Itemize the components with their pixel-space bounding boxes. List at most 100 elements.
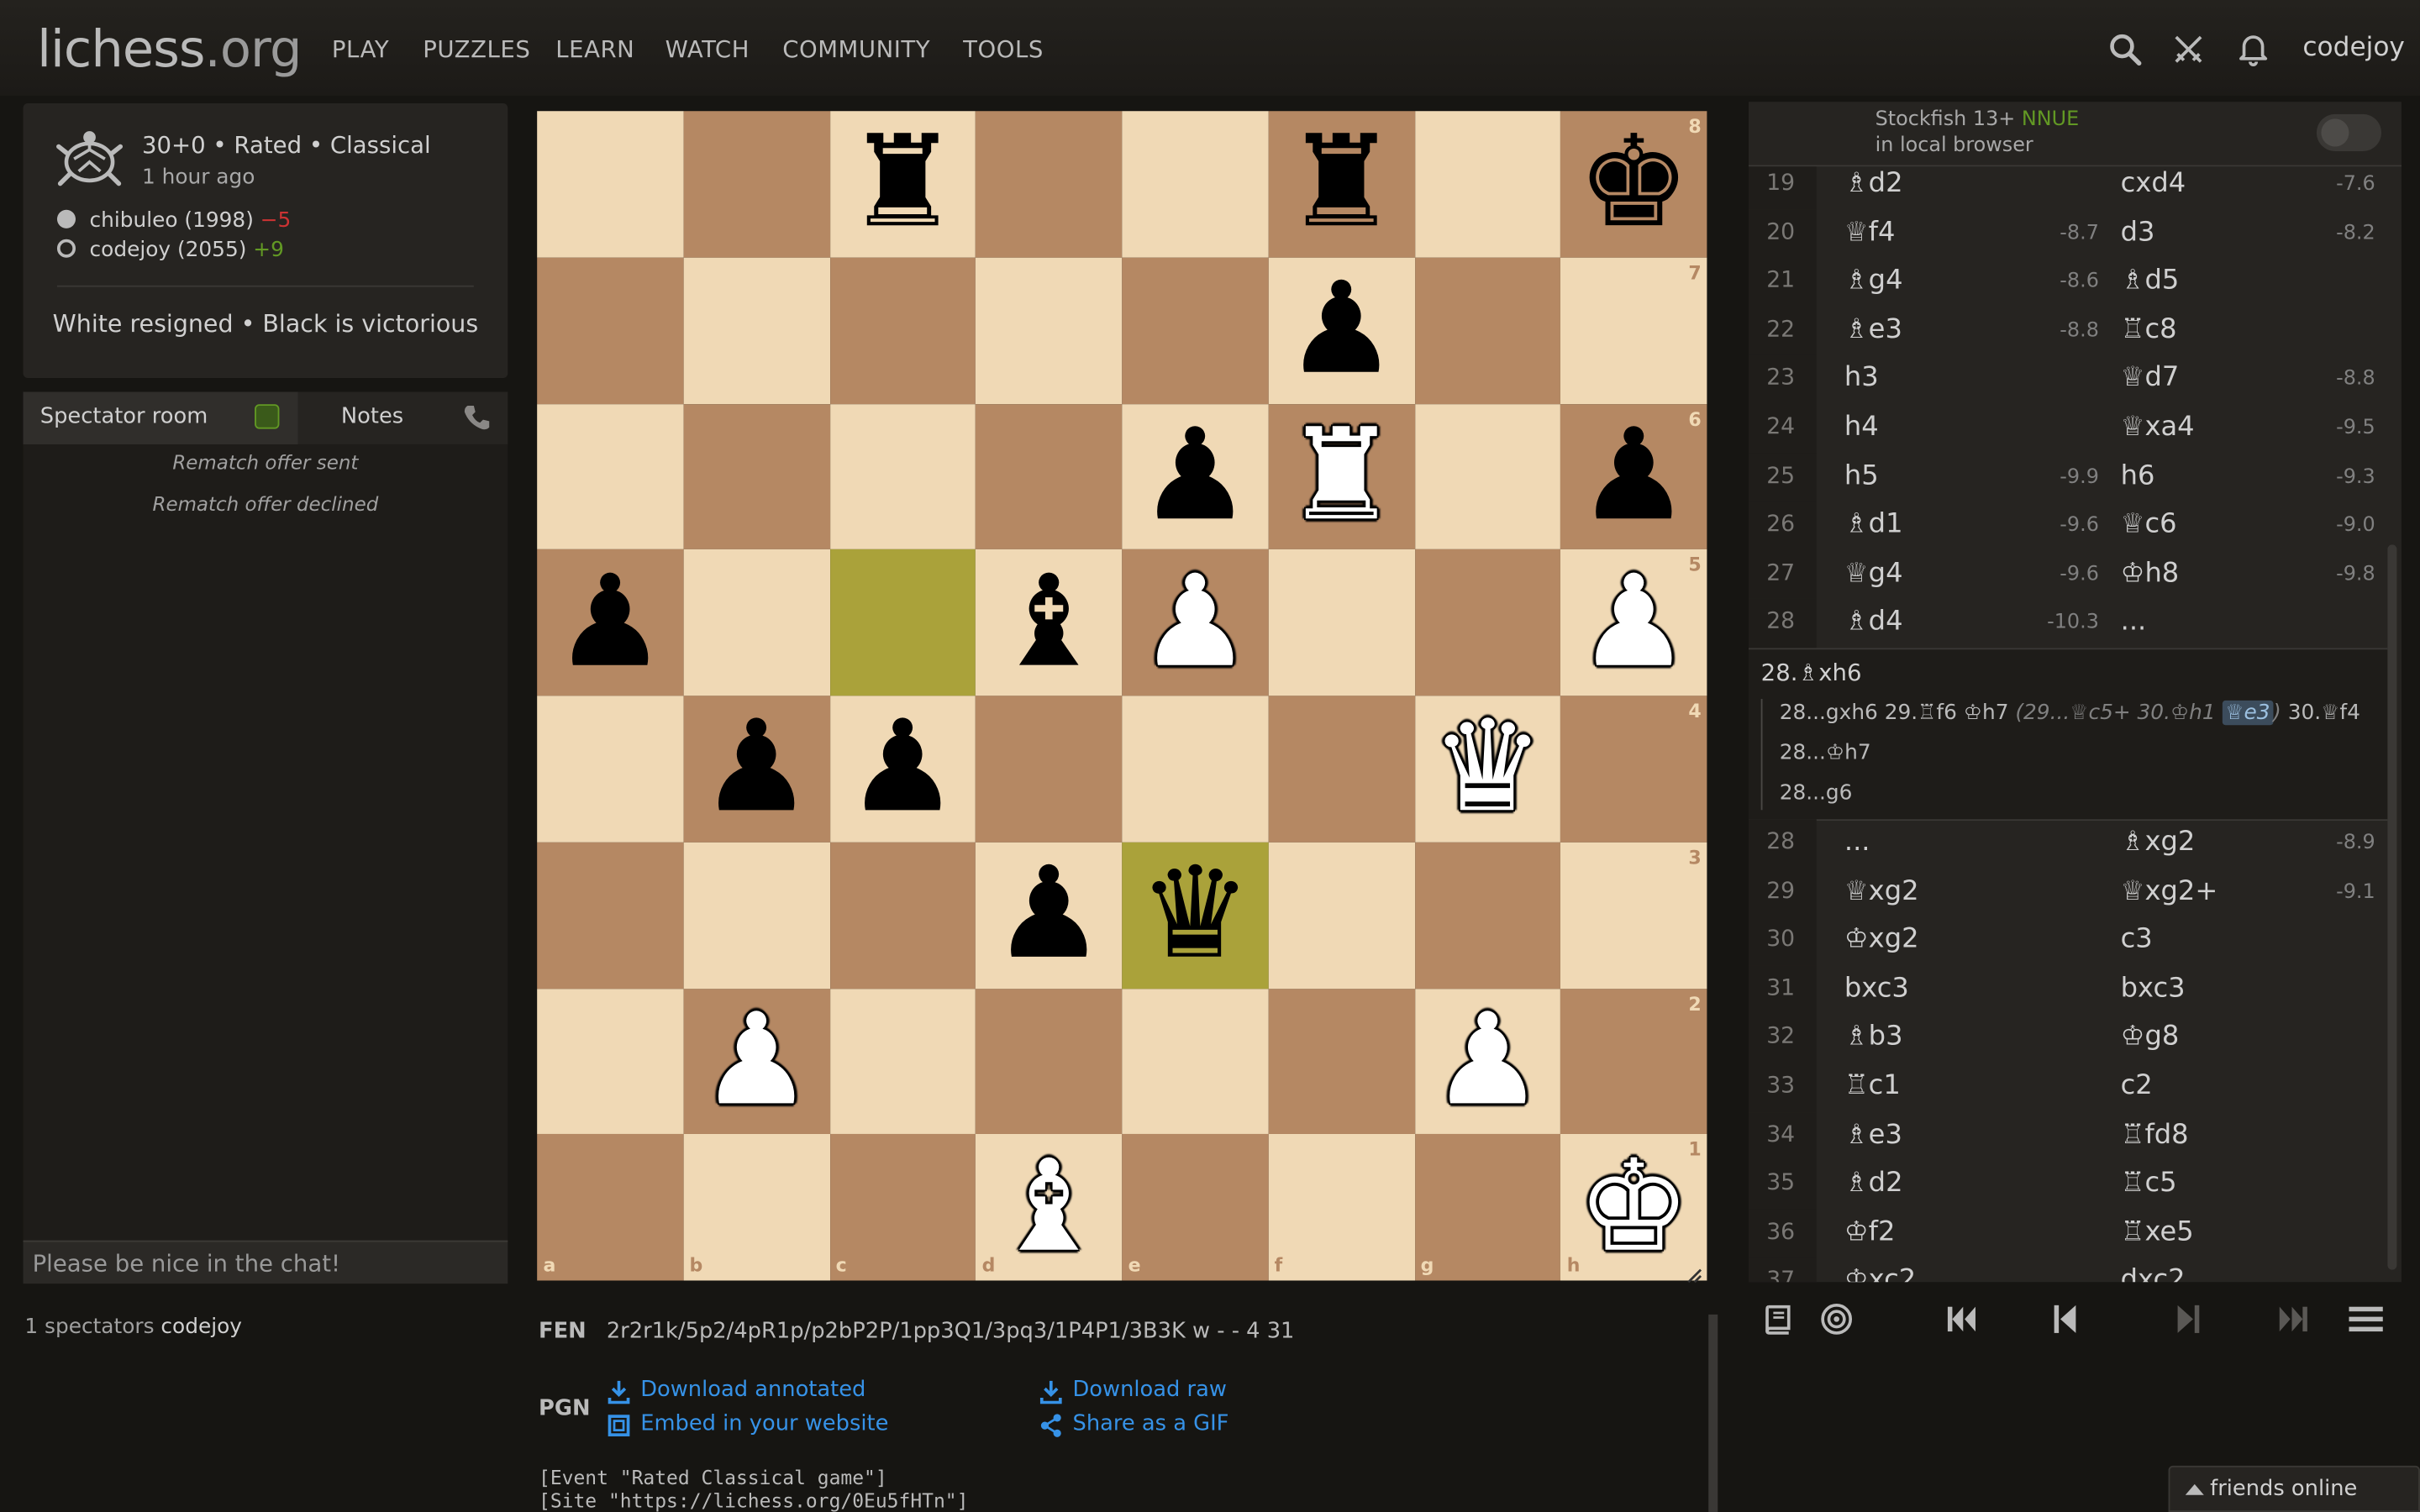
friends-online-box[interactable]: friends online: [2168, 1465, 2420, 1512]
square-e8[interactable]: [1122, 111, 1269, 258]
black-pawn-c4[interactable]: ♟: [829, 696, 976, 842]
white-move[interactable]: ♗e3: [1844, 307, 1902, 354]
black-pawn-f7[interactable]: ♟: [1268, 257, 1414, 403]
square-h4[interactable]: [1560, 696, 1707, 843]
white-player[interactable]: chibuleo (1998) −5: [56, 208, 291, 233]
black-move[interactable]: ♕d7: [2121, 355, 2180, 403]
square-b8[interactable]: [683, 111, 830, 258]
square-a4[interactable]: [537, 696, 684, 843]
download-annotated-link[interactable]: Download annotated: [608, 1378, 865, 1404]
black-move[interactable]: ♕xg2+: [2121, 868, 2218, 916]
embed-link[interactable]: Embed in your website: [608, 1412, 888, 1436]
bell-icon[interactable]: [2235, 31, 2272, 68]
square-b6[interactable]: [683, 403, 830, 550]
menu-hamburger-icon[interactable]: [2346, 1300, 2386, 1337]
square-c6[interactable]: [829, 403, 976, 550]
black-move[interactable]: d3: [2121, 209, 2155, 257]
black-king-h8[interactable]: ♚: [1560, 111, 1707, 257]
square-f1[interactable]: [1268, 1134, 1415, 1281]
chessboard[interactable]: ♜ ♜ ♚ ♟ ♟ ♜ ♟ ♟ ♝ ♟ ♟ ♟ ♟ ♛ ♟ ♛ ♟ ♟ ♝ ♚ 8 7 6 5 4 3 2 1 a b c d e f g h: [537, 111, 1707, 1284]
white-move[interactable]: ♗b3: [1844, 1014, 1903, 1062]
pgn-text[interactable]: [Event "Rated Classical game"] [Site "ht…: [539, 1466, 968, 1512]
square-h7[interactable]: [1560, 257, 1707, 404]
black-move[interactable]: ♕c6: [2121, 501, 2177, 549]
fen-value[interactable]: 2r2r1k/5p2/4pR1p/p2bP2P/1pp3Q1/3pq3/1P4P…: [607, 1319, 1295, 1343]
variation-line[interactable]: 28...gxh6 29.♖f6 ♔h7 (29...♕c5+ 30.♔h1 ♕…: [1780, 700, 2360, 726]
black-move[interactable]: bxc3: [2121, 965, 2186, 1013]
white-move[interactable]: ♕g4: [1844, 550, 1903, 598]
board-resize-handle[interactable]: [1687, 1261, 1702, 1284]
square-b7[interactable]: [683, 257, 830, 404]
black-pawn-d3[interactable]: ♟: [976, 842, 1122, 988]
white-pawn-h5[interactable]: ♟: [1560, 549, 1707, 696]
square-c7[interactable]: [829, 257, 976, 404]
black-move[interactable]: ♖fd8: [2121, 1112, 2189, 1160]
square-d4[interactable]: [976, 696, 1123, 843]
white-queen-g4[interactable]: ♛: [1414, 696, 1560, 842]
square-b3[interactable]: [683, 842, 830, 989]
nav-watch[interactable]: WATCH: [666, 35, 750, 63]
white-pawn-g2[interactable]: ♟: [1414, 988, 1560, 1134]
white-bishop-d1[interactable]: ♝: [976, 1134, 1122, 1280]
square-c5[interactable]: [829, 549, 976, 696]
black-pawn-b4[interactable]: ♟: [683, 696, 829, 842]
square-f2[interactable]: [1268, 988, 1415, 1135]
black-move[interactable]: cxd4: [2121, 166, 2186, 208]
download-raw-link[interactable]: Download raw: [1039, 1378, 1227, 1404]
tab-spectator-room[interactable]: Spectator room: [23, 391, 298, 444]
nav-puzzles[interactable]: PUZZLES: [423, 35, 530, 63]
square-a8[interactable]: [537, 111, 684, 258]
square-h3[interactable]: [1560, 842, 1707, 989]
white-move[interactable]: ♗e3: [1844, 1112, 1902, 1160]
white-move[interactable]: ♔f2: [1844, 1210, 1896, 1257]
white-move[interactable]: h3: [1844, 355, 1879, 403]
white-move[interactable]: ♗d2: [1844, 166, 1903, 208]
variation-move[interactable]: 28.♗xh6: [1761, 659, 1862, 686]
black-move[interactable]: ...: [2121, 599, 2147, 647]
black-move[interactable]: ♗xg2: [2121, 819, 2196, 867]
black-pawn-e6[interactable]: ♟: [1122, 403, 1268, 549]
black-move[interactable]: ♖xe5: [2121, 1210, 2194, 1257]
white-move[interactable]: ♖c1: [1844, 1063, 1901, 1110]
black-move[interactable]: h6: [2121, 453, 2155, 501]
white-rook-f6[interactable]: ♜: [1268, 403, 1414, 549]
square-g6[interactable]: [1414, 403, 1561, 550]
square-h2[interactable]: [1560, 988, 1707, 1135]
tab-notes[interactable]: Notes: [341, 404, 403, 428]
nav-play[interactable]: PLAY: [332, 35, 389, 63]
white-move[interactable]: ♗g4: [1844, 258, 1903, 306]
crossed-swords-icon[interactable]: [2170, 31, 2207, 68]
black-pawn-h6[interactable]: ♟: [1560, 403, 1707, 549]
next-move-icon[interactable]: [2169, 1300, 2209, 1337]
variation-line[interactable]: 28...♔h7: [1780, 741, 1871, 765]
black-move[interactable]: dxc2: [2121, 1258, 2186, 1282]
black-move[interactable]: c3: [2121, 916, 2153, 964]
white-move[interactable]: ♕xg2: [1844, 868, 1919, 916]
book-icon[interactable]: [1758, 1300, 1798, 1337]
square-b5[interactable]: [683, 549, 830, 696]
white-move[interactable]: ♔xg2: [1844, 916, 1919, 964]
move-list-scrollbar[interactable]: [2387, 544, 2397, 1270]
site-logo[interactable]: lichess.org: [37, 18, 302, 79]
search-icon[interactable]: [2107, 31, 2144, 68]
nav-tools[interactable]: TOOLS: [963, 35, 1044, 63]
black-player[interactable]: codejoy (2055) +9: [56, 238, 284, 262]
variation-line[interactable]: 28...g6: [1780, 780, 1853, 805]
phone-icon[interactable]: [461, 402, 492, 439]
square-c2[interactable]: [829, 988, 976, 1135]
square-g1[interactable]: [1414, 1134, 1561, 1281]
previous-move-icon[interactable]: [2045, 1300, 2086, 1337]
square-c1[interactable]: [829, 1134, 976, 1281]
black-move[interactable]: ♗d5: [2121, 258, 2180, 306]
white-move[interactable]: ♔xc2: [1844, 1258, 1916, 1282]
white-move[interactable]: ♗d1: [1844, 501, 1903, 549]
nav-learn[interactable]: LEARN: [555, 35, 634, 63]
square-a6[interactable]: [537, 403, 684, 550]
square-e7[interactable]: [1122, 257, 1269, 404]
square-d6[interactable]: [976, 403, 1123, 550]
black-pawn-a5[interactable]: ♟: [537, 549, 683, 696]
white-pawn-e5[interactable]: ♟: [1122, 549, 1268, 696]
black-rook-c8[interactable]: ♜: [829, 111, 976, 257]
white-king-h1[interactable]: ♚: [1560, 1134, 1707, 1280]
scrollbar[interactable]: [1708, 1314, 1718, 1512]
